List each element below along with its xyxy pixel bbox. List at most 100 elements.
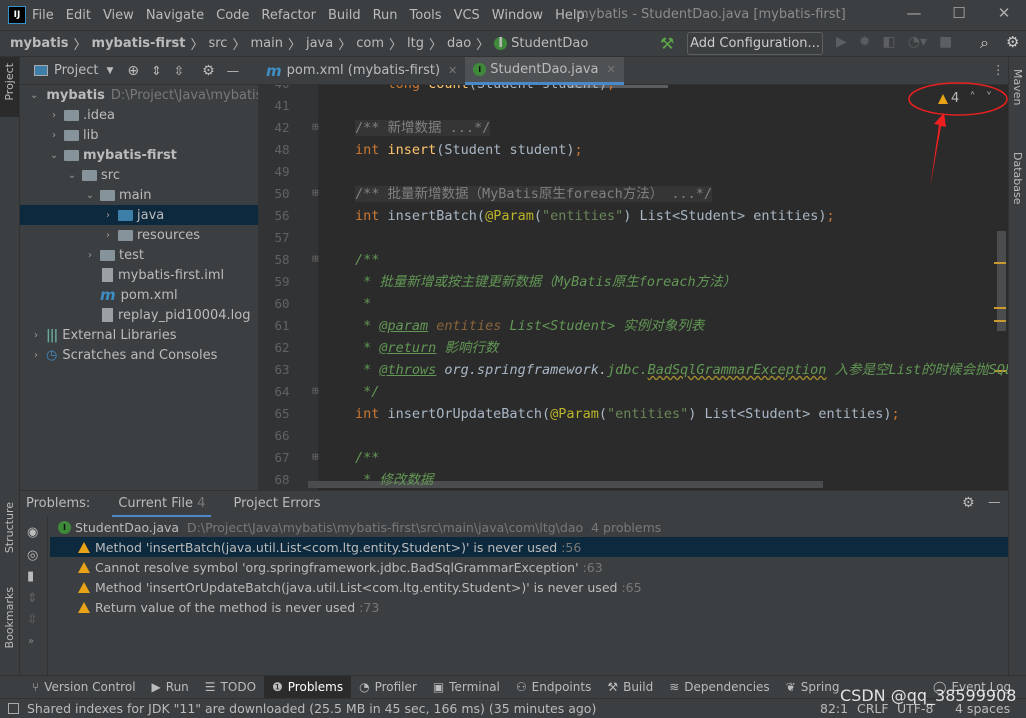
breadcrumb-item[interactable]: StudentDao [511, 36, 588, 51]
close-button[interactable]: ✕ [993, 4, 1015, 26]
tree-item-resources[interactable]: › resources [20, 225, 258, 245]
menu-navigate[interactable]: Navigate [146, 8, 204, 23]
code-line[interactable]: int insertBatch(@Param("entities") List<… [355, 205, 835, 227]
tree-item-mybatis-first[interactable]: ⌄ mybatis-first [20, 145, 258, 165]
menu-view[interactable]: View [103, 8, 134, 23]
chevron-down-icon[interactable]: ⌄ [30, 90, 38, 101]
build-hammer-icon[interactable]: ⚒ [660, 34, 674, 53]
code-line[interactable]: */ [355, 381, 379, 403]
previous-problem-icon[interactable]: ˄ [969, 91, 976, 106]
next-problem-icon[interactable]: ˅ [986, 91, 993, 106]
chevron-right-icon[interactable]: › [30, 330, 42, 341]
fold-marker-icon[interactable]: ⊞ [312, 120, 319, 133]
add-configuration-button[interactable]: Add Configuration... [687, 32, 823, 55]
tool-run[interactable]: ▶ Run [144, 676, 197, 698]
tree-item-java[interactable]: › java [20, 205, 258, 225]
problem-item[interactable]: Return value of the method is never used… [50, 597, 1008, 617]
stop-icon[interactable]: ■ [939, 34, 952, 50]
vertical-scrollbar[interactable] [997, 231, 1006, 331]
breadcrumb-item[interactable]: com [356, 36, 384, 51]
tree-item-pom-xml[interactable]: m pom.xml [20, 285, 258, 305]
close-tab-icon[interactable]: ✕ [448, 64, 457, 77]
indent-setting[interactable]: 4 spaces [955, 701, 1010, 716]
code-line[interactable]: /** [355, 249, 379, 271]
menu-tools[interactable]: Tools [410, 8, 442, 23]
hide-problems-icon[interactable]: — [988, 494, 1001, 509]
fold-marker-icon[interactable]: ⊞ [312, 384, 319, 397]
search-icon[interactable]: ⌕ [980, 33, 989, 53]
debug-icon[interactable]: ✹ [859, 34, 871, 50]
tree-item-mybatis[interactable]: ⌄ mybatis D:\Project\Java\mybatis [20, 85, 262, 105]
tree-item-main[interactable]: ⌄ main [20, 185, 258, 205]
breadcrumb-item[interactable]: main [250, 36, 282, 51]
more-icon[interactable]: » [28, 636, 47, 647]
chevron-down-icon[interactable]: ⌄ [66, 170, 78, 181]
fold-marker-icon[interactable]: ⊞ [312, 450, 319, 463]
chevron-right-icon[interactable]: › [48, 130, 60, 141]
code-editor[interactable]: 40 41 42 48 49 50 56 57 58 59 60 61 62 63 64 65 66 67 68 4… [258, 85, 1008, 490]
maven-tool-button[interactable]: Maven [1011, 69, 1024, 108]
tool-dependencies[interactable]: ≋ Dependencies [661, 676, 777, 698]
tool-profiler[interactable]: ◔ Profiler [351, 676, 425, 698]
locate-file-icon[interactable]: ⊕ [127, 63, 139, 79]
status-message[interactable]: Shared indexes for JDK "11" are download… [27, 701, 596, 716]
chevron-right-icon[interactable]: › [48, 110, 60, 121]
tool-terminal[interactable]: ▣ Terminal [425, 676, 508, 698]
menu-build[interactable]: Build [328, 8, 361, 23]
menu-run[interactable]: Run [373, 8, 398, 23]
structure-tool-button[interactable]: Structure [3, 502, 16, 556]
status-toggle-icon[interactable] [8, 703, 19, 714]
warning-marker[interactable] [994, 262, 1006, 264]
tree-item-src[interactable]: ⌄ src [20, 165, 258, 185]
menu-file[interactable]: File [32, 8, 54, 23]
problems-settings-icon[interactable]: ⚙ [962, 495, 975, 511]
code-line[interactable]: int insertOrUpdateBatch(@Param("entities… [355, 403, 900, 425]
caret-position[interactable]: 82:1 [820, 701, 848, 716]
database-tool-button[interactable]: Database [1011, 152, 1024, 208]
code-line[interactable]: * 批量新增或按主键更新数据（MyBatis原生foreach方法） [355, 271, 736, 293]
profile-icon[interactable]: ◔▾ [908, 34, 927, 50]
tool-endpoints[interactable]: ⚇ Endpoints [508, 676, 599, 698]
code-line[interactable]: int insert(Student student); [355, 139, 583, 161]
tab-project-errors[interactable]: Project Errors [233, 491, 320, 517]
maximize-button[interactable]: ☐ [948, 4, 970, 26]
eye-icon[interactable]: ◎ [27, 548, 47, 563]
tree-item-mybatis-first-iml[interactable]: mybatis-first.iml [20, 265, 258, 285]
breadcrumb-item[interactable]: mybatis-first [92, 36, 186, 51]
menu-code[interactable]: Code [216, 8, 249, 23]
breadcrumb-item[interactable]: java [306, 36, 333, 51]
breadcrumb-item[interactable]: dao [447, 36, 471, 51]
tree-item-lib[interactable]: › lib [20, 125, 258, 145]
chevron-down-icon[interactable]: ⌄ [48, 150, 60, 161]
preview-icon[interactable]: ▮ [27, 569, 47, 584]
problem-item[interactable]: Method 'insertOrUpdateBatch(java.util.Li… [50, 577, 1008, 597]
hide-panel-icon[interactable]: — [227, 63, 240, 78]
problem-item[interactable]: Cannot resolve symbol 'org.springframewo… [50, 557, 1008, 577]
code-line[interactable]: /** 新增数据 ...*/ [355, 117, 491, 139]
menu-window[interactable]: Window [492, 8, 543, 23]
expand-all-icon[interactable]: ⇕ [151, 63, 161, 78]
tab-studentdao-java[interactable]: I StudentDao.java ✕ [465, 56, 624, 85]
code-line[interactable]: * [355, 293, 371, 315]
warning-marker[interactable] [994, 320, 1006, 322]
code-line[interactable]: /** 批量新增数据（MyBatis原生foreach方法） ...*/ [355, 183, 713, 205]
code-line[interactable]: /** [355, 447, 379, 469]
collapse-all-icon[interactable]: ⇳ [174, 63, 184, 78]
tree-item--idea[interactable]: › .idea [20, 105, 258, 125]
autoscroll-icon[interactable]: ◉ [27, 525, 47, 540]
breadcrumb-item[interactable]: mybatis [10, 36, 69, 51]
chevron-right-icon[interactable]: › [102, 210, 114, 221]
chevron-right-icon[interactable]: › [30, 350, 42, 361]
breadcrumb-item[interactable]: src [208, 36, 227, 51]
run-icon[interactable]: ▶ [836, 34, 847, 50]
code-line[interactable]: * @return 影响行数 [355, 337, 498, 359]
bookmarks-tool-button[interactable]: Bookmarks [3, 587, 16, 651]
chevron-right-icon[interactable]: › [102, 230, 114, 241]
fold-marker-icon[interactable]: ⊞ [312, 186, 319, 199]
chevron-down-icon[interactable]: ▼ [106, 66, 113, 76]
menu-refactor[interactable]: Refactor [261, 8, 316, 23]
code-line[interactable]: * @throws org.springframework.jdbc.BadSq… [355, 359, 1008, 381]
menu-vcs[interactable]: VCS [454, 8, 480, 23]
line-separator[interactable]: CRLF [857, 701, 889, 716]
more-tabs-icon[interactable]: ⋮ [992, 62, 1005, 77]
